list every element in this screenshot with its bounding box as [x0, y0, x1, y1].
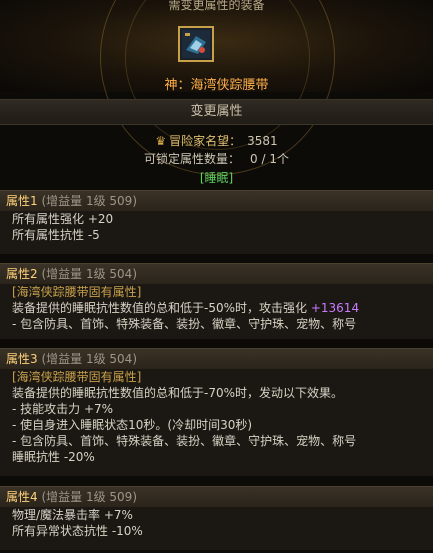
- attribute-block-4[interactable]: 属性4 (增益量 1级 509) 物理/魔法暴击率 +7% 所有异常状态抗性 -…: [0, 486, 433, 550]
- lock-label: 可锁定属性数量：: [144, 152, 241, 166]
- attribute-meta: (增益量 1级 504): [41, 352, 138, 366]
- attribute-header: 属性1 (增益量 1级 509): [0, 190, 433, 211]
- attribute-line: 所有属性抗性 -5: [12, 228, 100, 242]
- attribute-line: - 包含防具、首饰、特殊装备、装扮、徽章、守护珠、宠物、称号: [12, 317, 357, 331]
- attribute-tag: [海湾侠踪腰带固有属性]: [12, 370, 142, 384]
- belt-item-icon[interactable]: [178, 26, 214, 62]
- attribute-line: 装备提供的睡眠抗性数值的总和低于-50%时，攻击强化 +13614: [0, 300, 433, 316]
- attribute-line: 所有异常状态抗性 -10%: [12, 524, 143, 538]
- fame-icon: ♛: [155, 134, 167, 148]
- attribute-title: 属性2: [6, 267, 38, 281]
- attribute-meta: (增益量 1级 504): [41, 267, 138, 281]
- attribute-line: - 使自身进入睡眠状态10秒。(冷却时间30秒): [12, 418, 253, 432]
- attribute-line: 物理/魔法暴击率 +7%: [12, 508, 133, 522]
- lock-value: 0 / 1个: [250, 152, 289, 166]
- lock-row: 可锁定属性数量： 0 / 1个: [0, 150, 433, 167]
- item-name: 神：海湾侠踪腰带: [164, 78, 269, 93]
- attribute-block-2[interactable]: 属性2 (增益量 1级 504) [海湾侠踪腰带固有属性] 装备提供的睡眠抗性数…: [0, 263, 433, 339]
- equipment-header: 需变更属性的装备 神：海湾侠踪腰带: [0, 0, 433, 175]
- attribute-block-1[interactable]: 属性1 (增益量 1级 509) 所有属性强化 +20 所有属性抗性 -5: [0, 190, 433, 254]
- attribute-header: 属性4 (增益量 1级 509): [0, 486, 433, 507]
- attribute-title: 属性4: [6, 490, 38, 504]
- attribute-meta: (增益量 1级 509): [41, 194, 138, 208]
- attack-bonus-value: +13614: [310, 301, 360, 315]
- header-title: 需变更属性的装备: [168, 0, 265, 12]
- attribute-title: 属性1: [6, 194, 38, 208]
- attribute-line-text: 装备提供的睡眠抗性数值的总和低于-50%时，攻击强化: [12, 301, 308, 315]
- attribute-header: 属性3 (增益量 1级 504): [0, 348, 433, 369]
- attribute-line: 所有属性强化 +20: [12, 212, 114, 226]
- attribute-line: - 技能攻击力 +7%: [12, 402, 114, 416]
- section-title: 变更属性: [0, 99, 433, 125]
- attribute-tag: [海湾侠踪腰带固有属性]: [12, 285, 142, 299]
- fame-label: 冒险家名望：: [169, 134, 242, 148]
- fame-row: ♛ 冒险家名望： 3581: [0, 132, 433, 149]
- attribute-header: 属性2 (增益量 1级 504): [0, 263, 433, 284]
- fame-value: 3581: [247, 134, 278, 148]
- attribute-title: 属性3: [6, 352, 38, 366]
- attribute-block-3[interactable]: 属性3 (增益量 1级 504) [海湾侠踪腰带固有属性] 装备提供的睡眠抗性数…: [0, 348, 433, 476]
- attribute-line: 睡眠抗性 -20%: [12, 450, 95, 464]
- tag-sleep: [睡眠]: [199, 171, 234, 185]
- attribute-meta: (增益量 1级 509): [41, 490, 138, 504]
- attribute-line: 装备提供的睡眠抗性数值的总和低于-70%时，发动以下效果。: [12, 386, 344, 400]
- attribute-line: - 包含防具、首饰、特殊装备、装扮、徽章、守护珠、宠物、称号: [12, 434, 357, 448]
